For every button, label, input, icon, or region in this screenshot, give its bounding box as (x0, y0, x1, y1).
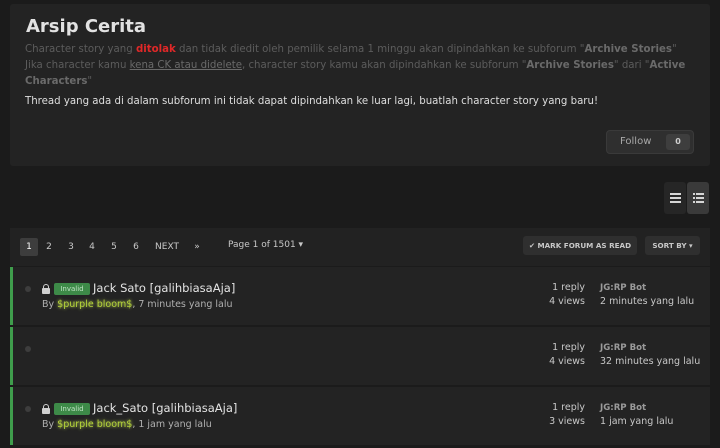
page-link-1[interactable]: 1 (20, 238, 38, 256)
thread-time: , 7 minutes yang lalu (132, 299, 233, 310)
page-link-4[interactable]: 4 (85, 238, 99, 256)
last-post-time[interactable]: 32 minutes yang lalu (600, 356, 700, 367)
next-page-button[interactable]: NEXT (152, 238, 182, 256)
follow-button[interactable]: Follow 0 (606, 130, 694, 154)
thread-row[interactable]: Invalid Jack_Sato [galihbiasaAja] By $pu… (10, 387, 710, 445)
last-poster[interactable]: JG:RP Bot (600, 401, 673, 415)
follow-label: Follow (620, 136, 652, 147)
last-poster[interactable]: JG:RP Bot (600, 341, 700, 355)
unread-dot (25, 286, 31, 292)
by-label: By (42, 299, 58, 310)
view-count: 4 views (549, 356, 585, 367)
thread-stats: 1 reply 4 views (533, 281, 585, 309)
prefix-badge: Invalid (54, 403, 90, 415)
view-compact-toggle[interactable] (664, 182, 686, 214)
thread-meta: By $purple bloom$, 7 minutes yang lalu (42, 299, 233, 310)
last-page-button[interactable]: » (190, 238, 204, 256)
last-post: JG:RP Bot 32 minutes yang lalu (600, 341, 700, 369)
thread-author[interactable]: $purple bloom$ (57, 419, 132, 430)
sort-by-dropdown[interactable]: SORT BY ▾ (645, 236, 700, 255)
desc-bold: Archive Stories (526, 60, 614, 71)
desc-text: " dari " (613, 60, 650, 71)
lock-icon (42, 404, 50, 414)
thread-author[interactable]: $purple bloom$ (57, 299, 132, 310)
thread-time: , 1 jam yang lalu (132, 419, 212, 430)
last-post: JG:RP Bot 2 minutes yang lalu (600, 281, 694, 309)
page-link-6[interactable]: 6 (129, 238, 143, 256)
page-title: Arsip Cerita (26, 16, 147, 37)
pagination-bar: 1 2 3 4 5 6 NEXT » Page 1 of 1501 ▾ ✔ MA… (10, 228, 710, 266)
mark-forum-read-button[interactable]: ✔ MARK FORUM AS READ (523, 236, 637, 255)
desc-text: Character story yang (25, 44, 136, 55)
view-list-toggle[interactable] (687, 182, 709, 214)
forum-header: Arsip Cerita Character story yang ditola… (10, 4, 710, 166)
desc-text: , character story kamu akan dipindahkan … (241, 60, 527, 71)
forum-description: Character story yang ditolak dan tidak d… (25, 42, 697, 90)
last-post-time[interactable]: 1 jam yang lalu (600, 416, 673, 427)
page-link-5[interactable]: 5 (107, 238, 121, 256)
unread-dot (25, 346, 31, 352)
desc-note: Thread yang ada di dalam subforum ini ti… (25, 96, 599, 107)
view-count: 4 views (549, 296, 585, 307)
last-poster[interactable]: JG:RP Bot (600, 281, 694, 295)
desc-bold: Archive Stories (584, 44, 672, 55)
thread-stats: 1 reply 4 views (533, 341, 585, 369)
desc-text: " (671, 44, 677, 55)
thread-row[interactable]: 1 reply 4 views JG:RP Bot 32 minutes yan… (10, 327, 710, 385)
page-link-3[interactable]: 3 (64, 238, 78, 256)
reply-count: 1 reply (552, 282, 585, 293)
thread-row[interactable]: Invalid Jack Sato [galihbiasaAja] By $pu… (10, 267, 710, 325)
page-selector[interactable]: Page 1 of 1501 ▾ (228, 240, 303, 250)
compact-view-icon (669, 193, 681, 203)
last-post: JG:RP Bot 1 jam yang lalu (600, 401, 673, 429)
unread-dot (25, 406, 31, 412)
follow-count: 0 (666, 134, 690, 150)
reply-count: 1 reply (552, 342, 585, 353)
thread-meta: By $purple bloom$, 1 jam yang lalu (42, 419, 212, 430)
desc-highlight: ditolak (135, 44, 176, 55)
thread-title[interactable]: Jack_Sato [galihbiasaAja] (93, 401, 237, 415)
last-post-time[interactable]: 2 minutes yang lalu (600, 296, 694, 307)
view-count: 3 views (549, 416, 585, 427)
prefix-badge: Invalid (54, 283, 90, 295)
desc-text: " (87, 76, 93, 87)
reply-count: 1 reply (552, 402, 585, 413)
desc-text: dan tidak diedit oleh pemilik selama 1 m… (175, 44, 585, 55)
by-label: By (42, 419, 58, 430)
thread-stats: 1 reply 3 views (533, 401, 585, 429)
desc-link[interactable]: kena CK atau didelete (130, 60, 242, 71)
thread-title[interactable]: Jack Sato [galihbiasaAja] (93, 281, 235, 295)
lock-icon (42, 284, 50, 294)
list-view-icon (692, 193, 704, 203)
desc-text: Jika character kamu (25, 60, 130, 71)
page-link-2[interactable]: 2 (42, 238, 56, 256)
